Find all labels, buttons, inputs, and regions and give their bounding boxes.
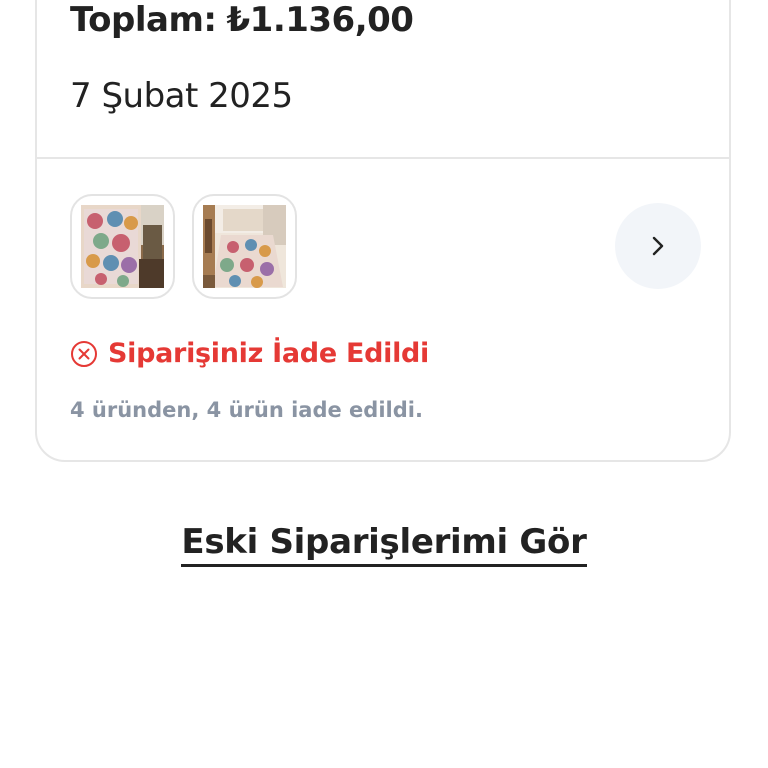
product-thumbnail[interactable]: [192, 194, 297, 299]
card-divider: [37, 157, 729, 159]
rug-runner-product-image: [81, 205, 164, 288]
old-orders-link[interactable]: Eski Siparişlerimi Gör: [181, 522, 587, 567]
order-status-text: Siparişiniz İade Edildi: [108, 338, 430, 369]
order-date: 7 Şubat 2025: [70, 76, 293, 116]
x-circle-icon: [70, 340, 98, 368]
order-total-label: Toplam:: [70, 0, 217, 40]
order-card[interactable]: Toplam: ₺1.136,00 7 Şubat 2025 Siparişin…: [35, 0, 731, 462]
order-list-page: Toplam: ₺1.136,00 7 Şubat 2025 Siparişin…: [0, 0, 768, 768]
order-total: Toplam: ₺1.136,00: [70, 0, 414, 40]
order-total-value: ₺1.136,00: [226, 0, 414, 40]
order-detail-button[interactable]: [615, 203, 701, 289]
rug-hallway-product-image: [203, 205, 286, 288]
chevron-right-icon: [652, 236, 664, 256]
product-thumbnail[interactable]: [70, 194, 175, 299]
order-status: Siparişiniz İade Edildi: [70, 338, 429, 369]
order-status-detail: 4 üründen, 4 ürün iade edildi.: [70, 398, 423, 422]
old-orders-link-container: Eski Siparişlerimi Gör: [0, 522, 768, 567]
